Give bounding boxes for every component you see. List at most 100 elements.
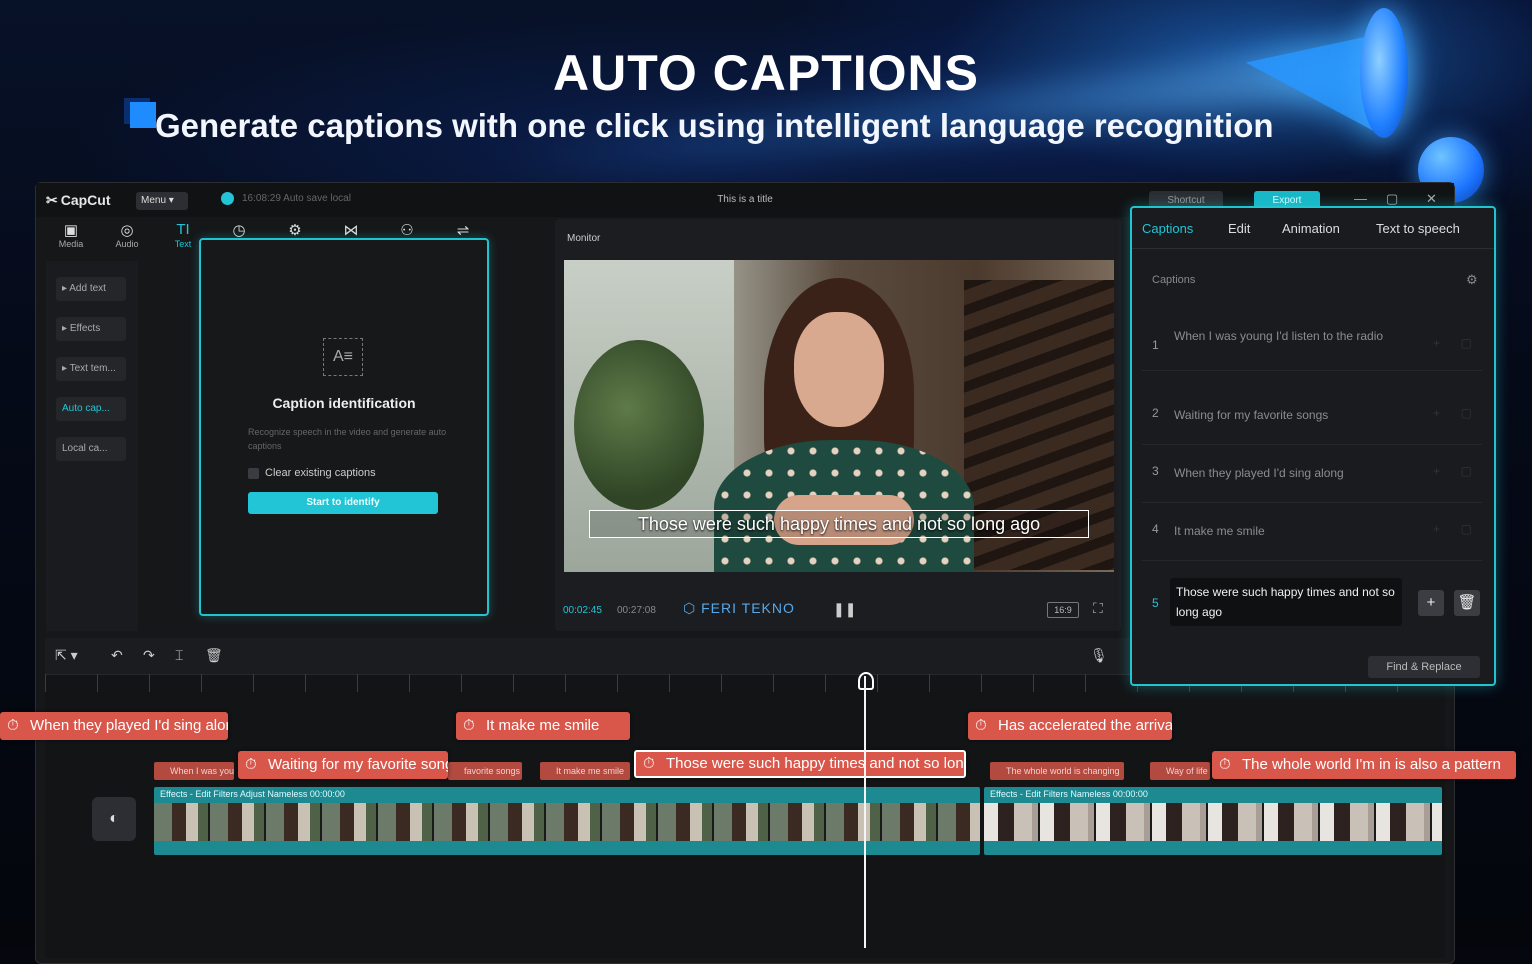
tab-text-to-speech[interactable]: Text to speech bbox=[1376, 221, 1460, 236]
delete-icon[interactable]: 🗑 bbox=[205, 647, 223, 664]
track-label: Effects - Edit Filters Adjust Nameless 0… bbox=[160, 789, 345, 799]
video-thumbnails bbox=[984, 803, 1442, 841]
caption-clip[interactable]: ⏱ The whole world I'm in is also a patter… bbox=[1212, 751, 1516, 779]
caption-clip-mini[interactable]: The whole world is changing bbox=[990, 762, 1124, 780]
delete-caption-icon[interactable]: ▢ bbox=[1461, 522, 1472, 536]
start-identify-button[interactable]: Start to identify bbox=[248, 492, 438, 514]
adjust-icon: ⇌ bbox=[456, 222, 470, 239]
filter-icon: ⚇ bbox=[400, 222, 414, 239]
add-caption-icon[interactable]: + bbox=[1433, 464, 1440, 478]
timer-icon: ⏱ bbox=[245, 756, 257, 773]
media-icon: ▣ bbox=[63, 222, 79, 239]
tool-audio[interactable]: ◎ Audio bbox=[102, 221, 152, 249]
caption-identification-popup: A≡ Caption identification Recognize spee… bbox=[199, 238, 489, 616]
caption-row[interactable]: 2 Waiting for my favorite songs + ▢ bbox=[1142, 388, 1482, 445]
side-item-text-templates[interactable]: ▸ Text tem... bbox=[56, 357, 126, 381]
caption-edit-field[interactable]: Those were such happy times and not so l… bbox=[1170, 578, 1402, 626]
clip-text: When they played I'd sing along bbox=[30, 717, 228, 734]
caption-clip[interactable]: ⏱ When they played I'd sing along bbox=[0, 712, 228, 740]
caption-text: When they played I'd sing along bbox=[1174, 466, 1344, 480]
fullscreen-icon[interactable]: ⛶ bbox=[1093, 600, 1103, 617]
delete-caption-icon[interactable]: ▢ bbox=[1461, 464, 1472, 478]
caption-row[interactable]: 4 It make me smile + ▢ bbox=[1142, 504, 1482, 561]
timecode-total: 00:27:08 bbox=[617, 605, 656, 616]
caption-number: 4 bbox=[1152, 522, 1159, 536]
tool-filters[interactable]: ⚇ bbox=[382, 221, 432, 239]
timer-icon: ⏱ bbox=[7, 717, 19, 734]
maximize-icon[interactable]: ▢ bbox=[1386, 191, 1398, 207]
playhead[interactable] bbox=[864, 676, 866, 948]
transition-icon: ⋈ bbox=[343, 222, 359, 239]
side-item-auto-captions[interactable]: Auto cap... bbox=[56, 397, 126, 421]
caption-row[interactable]: 1 When I was young I'd listen to the rad… bbox=[1142, 314, 1482, 371]
monitor-label: Monitor bbox=[567, 233, 601, 244]
add-caption-icon[interactable]: + bbox=[1433, 406, 1440, 420]
video-preview[interactable]: Those were such happy times and not so l… bbox=[564, 260, 1114, 572]
caption-number: 1 bbox=[1152, 338, 1159, 352]
timer-icon: ⏱ bbox=[643, 755, 655, 772]
video-caption-overlay[interactable]: Those were such happy times and not so l… bbox=[589, 510, 1089, 538]
tab-animation[interactable]: Animation bbox=[1282, 221, 1340, 236]
side-item-add-text[interactable]: ▸ Add text bbox=[56, 277, 126, 301]
tool-adjust[interactable]: ⇌ bbox=[438, 221, 488, 239]
sticker-icon: ◷ bbox=[232, 222, 246, 239]
clip-text: Those were such happy times and not so l… bbox=[666, 755, 964, 772]
delete-caption-button[interactable]: 🗑 bbox=[1454, 590, 1480, 616]
minimize-icon[interactable]: — bbox=[1354, 191, 1367, 206]
timer-icon: ⏱ bbox=[975, 717, 987, 734]
video-track-clip[interactable]: Effects - Edit Filters Adjust Nameless 0… bbox=[154, 787, 980, 855]
caption-clip[interactable]: ⏱ It make me smile bbox=[456, 712, 630, 740]
side-item-local-captions[interactable]: Local ca... bbox=[56, 437, 126, 461]
caption-text: When I was young I'd listen to the radio bbox=[1174, 329, 1384, 343]
caption-clip-mini[interactable]: Way of life bbox=[1150, 762, 1210, 780]
settings-icon[interactable]: ⚙ bbox=[1466, 272, 1478, 288]
close-icon[interactable]: ✕ bbox=[1426, 191, 1437, 207]
tool-stickers[interactable]: ◷ bbox=[214, 221, 264, 239]
clear-captions-checkbox[interactable]: Clear existing captions bbox=[248, 467, 376, 479]
tool-effects[interactable]: ⚙ bbox=[270, 221, 320, 239]
caption-clip-mini[interactable]: It make me smile bbox=[540, 762, 630, 780]
playhead-handle[interactable] bbox=[858, 672, 874, 690]
caption-clip[interactable]: ⏱ Has accelerated the arrival bbox=[968, 712, 1172, 740]
add-caption-icon[interactable]: + bbox=[1433, 522, 1440, 536]
person-face bbox=[794, 312, 884, 427]
side-item-label: Auto cap... bbox=[62, 403, 110, 414]
pause-icon[interactable]: ❚❚ bbox=[833, 601, 856, 618]
caption-row[interactable]: 3 When they played I'd sing along + ▢ bbox=[1142, 446, 1482, 503]
watermark-logo-icon: ⬡ bbox=[683, 600, 702, 616]
side-item-effects[interactable]: ▸ Effects bbox=[56, 317, 126, 341]
split-icon[interactable]: ⌶ bbox=[175, 647, 183, 664]
select-tool-icon[interactable]: ⇱ ▾ bbox=[55, 647, 78, 664]
undo-icon[interactable]: ↶ bbox=[111, 647, 123, 664]
tool-label: Audio bbox=[115, 239, 139, 249]
delete-caption-icon[interactable]: ▢ bbox=[1461, 406, 1472, 420]
microphone-icon[interactable]: 🎙 bbox=[1090, 647, 1108, 664]
caption-clip-mini[interactable]: When I was young bbox=[154, 762, 234, 780]
effects-icon: ⚙ bbox=[288, 222, 302, 239]
find-replace-button[interactable]: Find & Replace bbox=[1368, 656, 1480, 678]
captions-section-title: Captions bbox=[1152, 274, 1196, 286]
monitor-panel: Monitor Those were such happy times and … bbox=[555, 219, 1121, 631]
caption-text: It make me smile bbox=[1174, 524, 1265, 538]
aspect-ratio-button[interactable]: 16:9 bbox=[1047, 602, 1079, 618]
redo-icon[interactable]: ↷ bbox=[143, 647, 155, 664]
caption-clip[interactable]: ⏱ Waiting for my favorite songs bbox=[238, 751, 448, 779]
video-track-clip[interactable]: Effects - Edit Filters Nameless 00:00:00 bbox=[984, 787, 1442, 855]
add-caption-button[interactable]: + bbox=[1418, 590, 1444, 616]
tab-captions[interactable]: Captions bbox=[1142, 221, 1193, 236]
popup-description: Recognize speech in the video and genera… bbox=[248, 427, 447, 451]
tool-transitions[interactable]: ⋈ bbox=[326, 221, 376, 239]
project-title: This is a title bbox=[717, 194, 773, 205]
clip-text: Has accelerated the arrival bbox=[998, 717, 1172, 734]
caption-clip-selected[interactable]: ⏱ Those were such happy times and not so … bbox=[634, 750, 966, 778]
text-icon: TI bbox=[176, 221, 190, 238]
checkbox-icon[interactable] bbox=[248, 467, 259, 479]
tab-edit[interactable]: Edit bbox=[1228, 221, 1250, 236]
add-caption-icon[interactable]: + bbox=[1433, 336, 1440, 350]
clip-text: The whole world I'm in is also a pattern bbox=[1242, 756, 1501, 773]
side-item-label: Add text bbox=[69, 283, 106, 294]
caption-clip-mini[interactable]: favorite songs bbox=[448, 762, 522, 780]
delete-caption-icon[interactable]: ▢ bbox=[1461, 336, 1472, 350]
cover-icon[interactable]: ◐ bbox=[92, 797, 136, 841]
tool-media[interactable]: ▣ Media bbox=[46, 221, 96, 249]
